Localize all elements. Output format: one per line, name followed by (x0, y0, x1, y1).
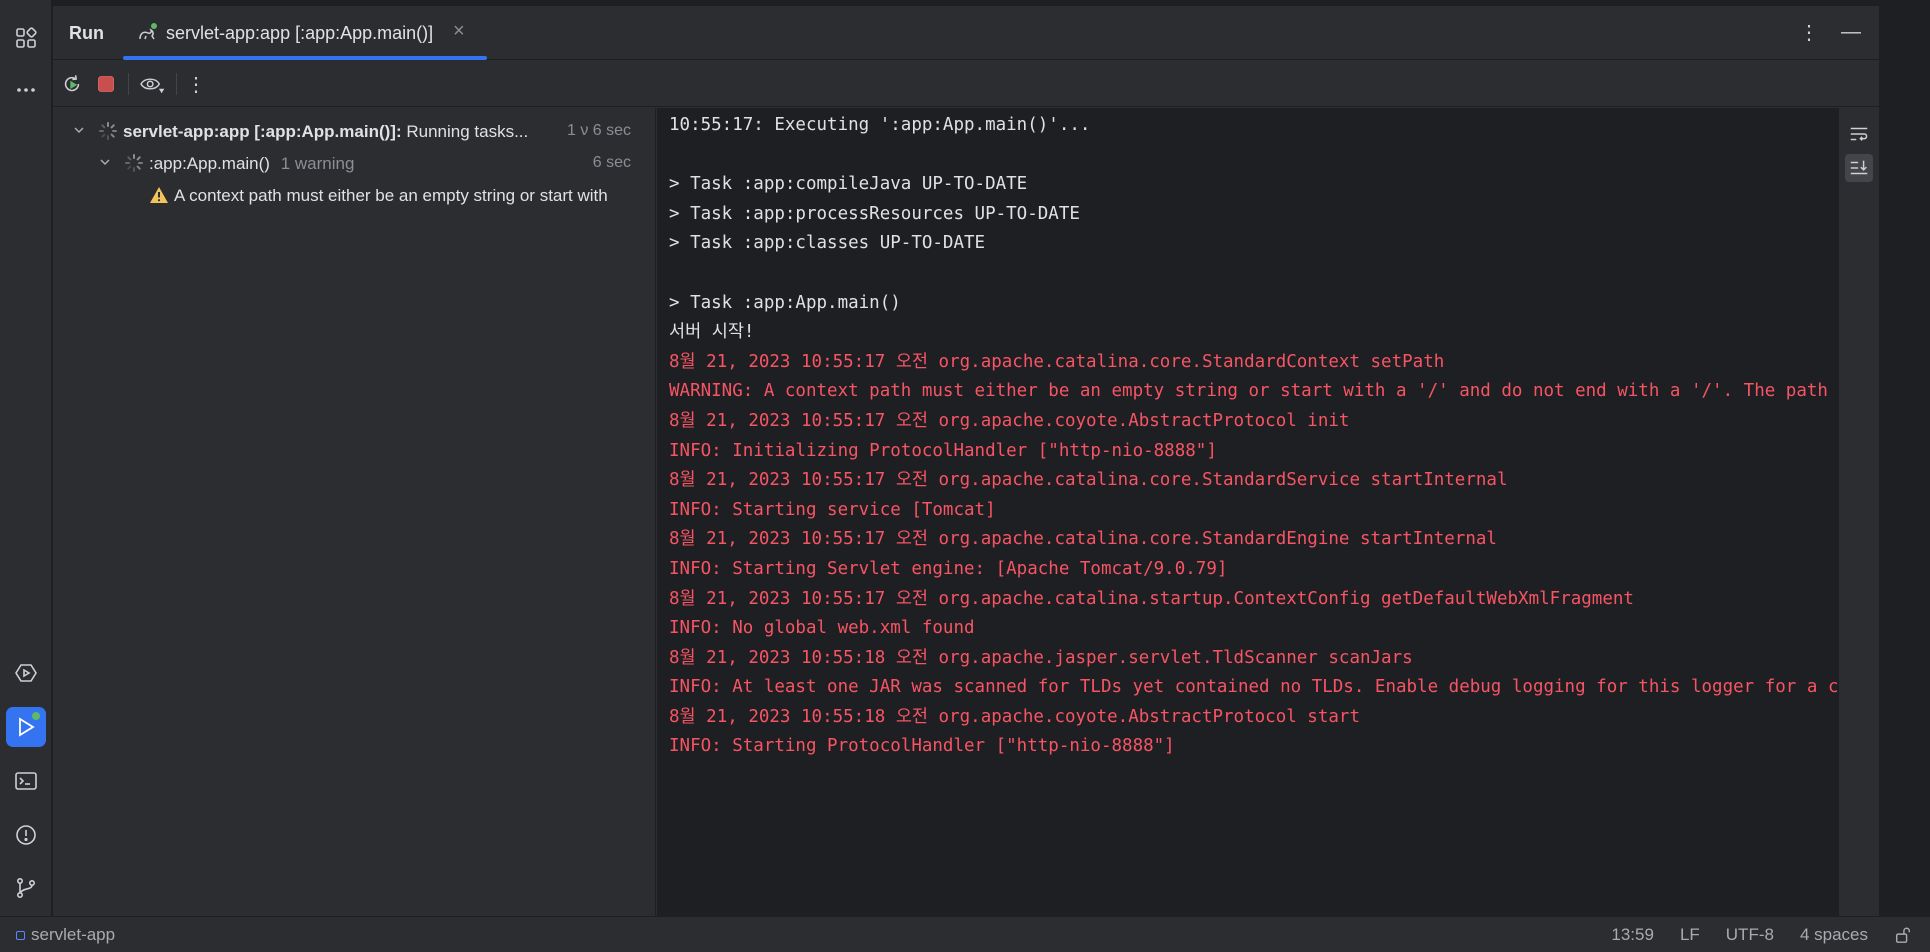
more-icon[interactable] (6, 70, 46, 110)
file-encoding[interactable]: UTF-8 (1726, 925, 1774, 945)
right-tool-stripe (1879, 0, 1930, 916)
console-line: > Task :app:compileJava UP-TO-DATE (669, 174, 1028, 195)
console-line: 8월 21, 2023 10:55:18 오전 org.apache.coyot… (669, 706, 1360, 727)
tab-selected-indicator (123, 56, 487, 60)
tool-window-actions: ⋮ — (1799, 20, 1861, 45)
build-tree: servlet-app:app [:app:App.main()]: Runni… (53, 108, 656, 916)
run-icon[interactable] (6, 707, 46, 747)
console-line: > Task :app:App.main() (669, 292, 901, 313)
root-task-name: servlet-app:app [:app:App.main()]: (123, 122, 402, 141)
child-task-time: 6 sec (592, 154, 631, 171)
soft-wrap-icon[interactable] (1845, 120, 1873, 148)
git-icon[interactable] (6, 868, 46, 908)
run-toolbar: ⋮ (53, 61, 1879, 107)
status-bar-widgets: 13:59 LF UTF-8 4 spaces (1611, 925, 1912, 945)
console-line: 서버 시작! (669, 322, 755, 343)
warning-message: A context path must either be an empty s… (174, 186, 608, 205)
scroll-to-end-icon[interactable] (1845, 154, 1873, 182)
console-output[interactable]: 10:55:17: Executing ':app:App.main()'...… (657, 108, 1839, 916)
problems-icon[interactable] (6, 815, 46, 855)
child-task-name: :app:App.main() (149, 154, 270, 173)
indent-setting[interactable]: 4 spaces (1800, 925, 1868, 945)
caret-position[interactable]: 13:59 (1611, 925, 1654, 945)
console-line: 8월 21, 2023 10:55:18 오전 org.apache.jaspe… (669, 647, 1413, 668)
close-icon[interactable]: × (453, 20, 465, 43)
root-task-status: Running tasks... (406, 122, 529, 141)
run-config-tab[interactable]: servlet-app:app [:app:App.main()] × (123, 6, 487, 60)
console-line: > Task :app:classes UP-TO-DATE (669, 233, 986, 254)
console-line: 8월 21, 2023 10:55:17 오전 org.apache.catal… (669, 470, 1508, 491)
tab-title: servlet-app:app [:app:App.main()] (166, 23, 434, 43)
rerun-icon[interactable] (59, 71, 85, 97)
console-line: INFO: Starting Servlet engine: [Apache T… (669, 558, 1228, 579)
gradle-icon (139, 23, 157, 40)
tool-window-header: Run servlet-app:app [:app:App.main()] × … (53, 6, 1879, 60)
console-line: 8월 21, 2023 10:55:17 오전 org.apache.catal… (669, 529, 1497, 550)
tool-window-title: Run (69, 23, 104, 43)
warning-count: 1 warning (280, 154, 355, 173)
chevron-down-icon[interactable] (72, 123, 86, 137)
services-icon[interactable] (6, 653, 46, 693)
activity-bar (0, 0, 52, 916)
console-line: INFO: Starting ProtocolHandler ["http-ni… (669, 736, 1175, 757)
project-name: servlet-app (31, 925, 116, 944)
options-icon[interactable]: ⋮ (1799, 20, 1819, 45)
eye-icon[interactable] (136, 71, 168, 97)
stop-icon[interactable] (93, 71, 119, 97)
status-bar: servlet-app 13:59 LF UTF-8 4 spaces (0, 916, 1930, 952)
warning-icon (150, 187, 168, 203)
console-line: 10:55:17: Executing ':app:App.main()'... (669, 115, 1091, 135)
minimize-icon[interactable]: — (1841, 21, 1861, 44)
spinner-icon (125, 154, 143, 172)
console-line: 8월 21, 2023 10:55:17 오전 org.apache.catal… (669, 588, 1634, 609)
line-separator[interactable]: LF (1680, 925, 1700, 945)
tree-row-warning[interactable]: A context path must either be an empty s… (53, 180, 655, 210)
spinner-icon (99, 122, 117, 140)
toolbar-separator (128, 73, 129, 95)
run-tool-window: Run servlet-app:app [:app:App.main()] × … (53, 0, 1879, 916)
run-active-dot (32, 712, 40, 720)
project-structure-icon[interactable] (6, 18, 46, 58)
project-breadcrumb[interactable]: servlet-app (16, 925, 115, 945)
more-vertical-icon[interactable]: ⋮ (183, 71, 209, 97)
console-line: WARNING: A context path must either be a… (669, 381, 1839, 402)
console-side-toolbar (1839, 108, 1879, 916)
console-line: 8월 21, 2023 10:55:17 오전 org.apache.coyot… (669, 410, 1350, 431)
console-line: 8월 21, 2023 10:55:17 오전 org.apache.catal… (669, 351, 1445, 372)
console-line: INFO: Starting service [Tomcat] (669, 499, 996, 520)
module-icon (16, 930, 25, 940)
console-lines: 10:55:17: Executing ':app:App.main()'...… (657, 108, 1839, 762)
console-line: INFO: Initializing ProtocolHandler ["htt… (669, 440, 1217, 461)
console-line: INFO: At least one JAR was scanned for T… (669, 677, 1839, 698)
console-line: > Task :app:processResources UP-TO-DATE (669, 203, 1080, 224)
terminal-icon[interactable] (6, 761, 46, 801)
tree-row-child[interactable]: :app:App.main() 1 warning 6 sec (53, 148, 655, 178)
chevron-down-icon[interactable] (98, 155, 112, 169)
root-task-time: 1 ν 6 sec (566, 122, 631, 139)
console-line: INFO: No global web.xml found (669, 618, 975, 639)
lock-icon[interactable] (1894, 926, 1912, 944)
tree-row-root[interactable]: servlet-app:app [:app:App.main()]: Runni… (53, 116, 655, 146)
toolbar-separator (176, 73, 177, 95)
